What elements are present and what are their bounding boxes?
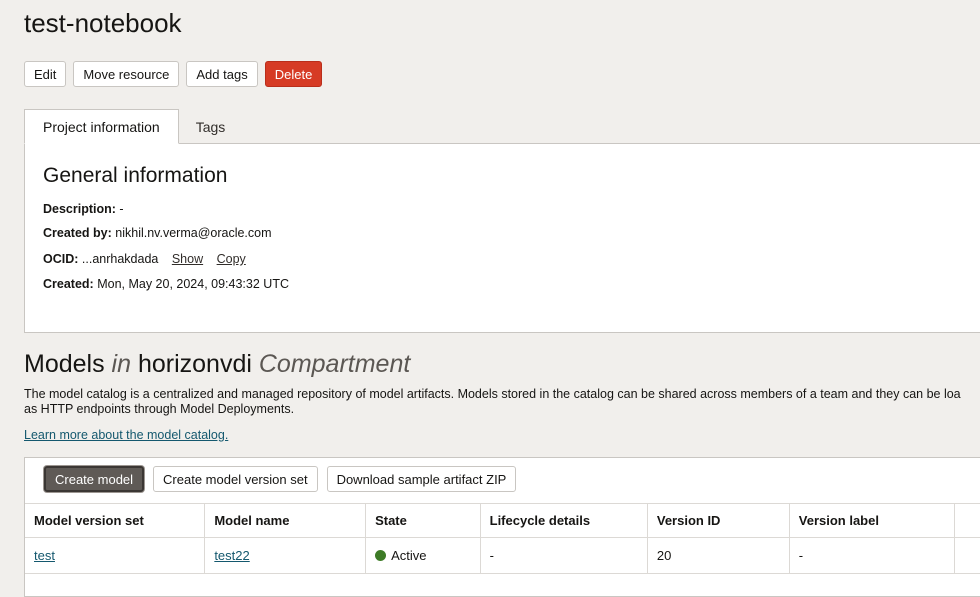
create-model-version-set-button[interactable]: Create model version set <box>153 466 318 492</box>
tab-tags[interactable]: Tags <box>179 109 243 144</box>
cell-state: Active <box>365 537 481 574</box>
tab-project-information[interactable]: Project information <box>24 109 179 144</box>
column-model-name[interactable]: Model name <box>204 503 367 538</box>
ocid-row: OCID: ...anrhakdada Show Copy <box>43 252 246 266</box>
models-title-main: Models <box>24 350 105 378</box>
active-status-icon <box>375 550 387 561</box>
models-section-title: Models in horizonvdi Compartment <box>24 350 410 379</box>
cell-version-set: test <box>25 537 206 574</box>
column-lifecycle-details[interactable]: Lifecycle details <box>480 503 648 538</box>
models-title-in: in <box>111 350 132 378</box>
create-model-button[interactable]: Create model <box>44 466 145 492</box>
models-table: Model version set Model name State Lifec… <box>25 503 980 574</box>
edit-button[interactable]: Edit <box>24 61 67 87</box>
models-description: The model catalog is a centralized and m… <box>24 387 980 417</box>
learn-more-link[interactable]: Learn more about the model catalog. <box>24 428 228 442</box>
page-title: test-notebook <box>24 8 182 38</box>
ocid-label: OCID: <box>43 252 79 266</box>
resource-actions: Edit Move resource Add tags Delete <box>24 61 323 87</box>
column-version-label[interactable]: Version label <box>789 503 955 538</box>
ocid-value: ...anrhakdada <box>81 252 159 266</box>
version-set-link[interactable]: test <box>34 548 55 563</box>
created-label: Created: <box>43 277 94 291</box>
column-version-id[interactable]: Version ID <box>647 503 790 538</box>
table-row: test test22 Active - 20 - <box>25 537 980 574</box>
state-value: Active <box>391 548 427 563</box>
description-row: Description: - <box>43 202 124 216</box>
project-information-panel: General information Description: - Creat… <box>24 143 980 333</box>
general-information-heading: General information <box>43 164 228 187</box>
cell-version-id: 20 <box>647 537 790 574</box>
column-overflow <box>954 503 980 538</box>
column-model-version-set[interactable]: Model version set <box>25 503 206 538</box>
description-value: - <box>119 202 124 216</box>
created-row: Created: Mon, May 20, 2024, 09:43:32 UTC <box>43 277 289 291</box>
cell-model-name: test22 <box>204 537 367 574</box>
table-header-row: Model version set Model name State Lifec… <box>25 503 980 538</box>
delete-button[interactable]: Delete <box>264 61 323 87</box>
ocid-copy-link[interactable]: Copy <box>217 252 246 266</box>
created-value: Mon, May 20, 2024, 09:43:32 UTC <box>97 277 289 291</box>
move-resource-button[interactable]: Move resource <box>73 61 180 87</box>
download-sample-artifact-button[interactable]: Download sample artifact ZIP <box>326 466 517 492</box>
add-tags-button[interactable]: Add tags <box>186 61 258 87</box>
models-title-compartment: horizonvdi <box>137 350 252 378</box>
models-title-suffix: Compartment <box>258 350 411 378</box>
tab-bar: Project information Tags <box>24 109 242 144</box>
cell-lifecycle: - <box>480 537 648 574</box>
model-name-link[interactable]: test22 <box>214 548 249 563</box>
models-description-line1: The model catalog is a centralized and m… <box>24 387 961 401</box>
column-state[interactable]: State <box>365 503 481 538</box>
cell-overflow <box>954 537 980 574</box>
created-by-value: nikhil.nv.verma@oracle.com <box>115 226 272 240</box>
created-by-label: Created by: <box>43 226 112 240</box>
created-by-row: Created by: nikhil.nv.verma@oracle.com <box>43 226 272 240</box>
table-actions: Create model Create model version set Do… <box>44 466 517 492</box>
ocid-show-link[interactable]: Show <box>172 252 203 266</box>
description-label: Description: <box>43 202 116 216</box>
cell-version-label: - <box>789 537 955 574</box>
models-description-line2: as HTTP endpoints through Model Deployme… <box>24 402 295 416</box>
models-table-panel: Create model Create model version set Do… <box>24 457 980 597</box>
